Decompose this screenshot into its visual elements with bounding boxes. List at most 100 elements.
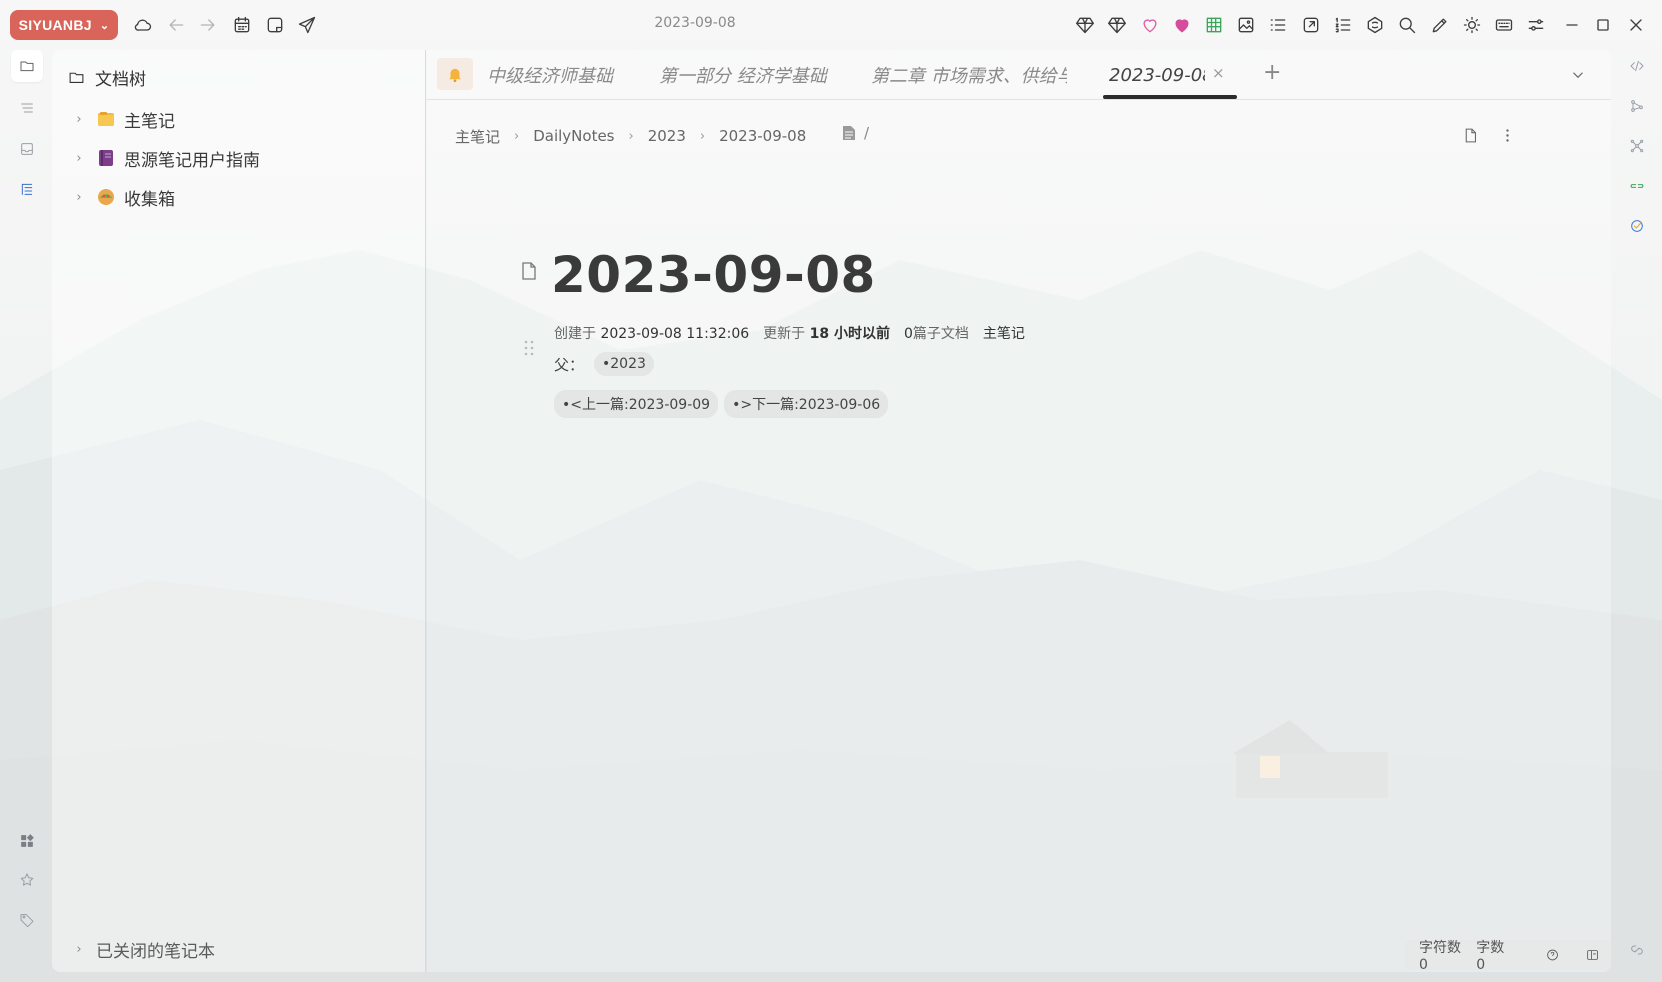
- help-icon[interactable]: [1546, 947, 1559, 963]
- closed-notebooks-toggle[interactable]: › 已关闭的笔记本: [70, 934, 215, 964]
- image-icon[interactable]: [1233, 12, 1259, 38]
- prev-doc-chip[interactable]: •<上一篇:2023-09-09: [554, 390, 719, 418]
- doc-info-icon[interactable]: [1459, 124, 1481, 146]
- drag-handle-icon[interactable]: [524, 340, 534, 360]
- settings-sliders-icon[interactable]: [1523, 12, 1549, 38]
- external-link-icon[interactable]: [1298, 12, 1324, 38]
- tab-label: 中级经济师基础: [487, 66, 613, 87]
- breadcrumb: 主笔记 › DailyNotes › 2023 › 2023-09-08: [455, 124, 806, 148]
- closed-notebooks-label: 已关闭的笔记本: [96, 941, 215, 962]
- grid-squares-icon: [21, 834, 34, 847]
- breadcrumb-item[interactable]: 2023: [648, 127, 686, 145]
- inbox-icon: [21, 143, 33, 155]
- left-dock: [0, 50, 52, 982]
- layout-panel-icon[interactable]: [1586, 947, 1599, 963]
- chevron-right-icon[interactable]: ›: [70, 151, 88, 166]
- subdoc-label: 篇子文档: [912, 326, 969, 342]
- list-icon[interactable]: [1265, 12, 1291, 38]
- breadcrumb-item[interactable]: 2023-09-08: [719, 127, 806, 145]
- ordered-list-icon[interactable]: [1330, 12, 1356, 38]
- chevron-right-icon: ›: [76, 941, 82, 957]
- pencil-icon[interactable]: [1427, 12, 1453, 38]
- sun-icon[interactable]: [1459, 12, 1485, 38]
- created-info: 创建于 2023-09-08 11:32:06: [554, 323, 749, 343]
- diamond-icon[interactable]: [1072, 12, 1098, 38]
- file-tree-panel: 文档树 › 主笔记 › 思源笔记用户指南 › 收集箱 › 已关闭的笔记本: [52, 50, 426, 972]
- tabs-dropdown-icon[interactable]: [1569, 66, 1587, 88]
- tab-current-doc[interactable]: 2023-09-08: [1109, 60, 1205, 90]
- global-graph-icon[interactable]: [1627, 136, 1647, 156]
- diamond-outline-icon[interactable]: [1104, 12, 1130, 38]
- file-tree-title: 文档树: [95, 69, 146, 90]
- notebook-label: 收集箱: [124, 189, 175, 210]
- file-tree-dock-button[interactable]: [11, 50, 43, 82]
- doc-icon: [843, 126, 855, 140]
- parent-link-chip[interactable]: •2023: [594, 352, 654, 376]
- file-tree-header: 文档树: [68, 64, 146, 90]
- breadcrumb-suffix: /: [864, 124, 870, 142]
- tab-bar: 中级经济师基础 第一部分 经济学基础 第二章 市场需求、供给与 2023-09-…: [427, 50, 1611, 100]
- bell-icon[interactable]: [437, 58, 473, 90]
- tree-outline-dock-button[interactable]: [11, 173, 43, 205]
- workspace-label: SIYUANBJ: [18, 17, 92, 33]
- title-bar: SIYUANBJ ⌄ 2023-09-08: [0, 0, 1662, 50]
- breadcrumb-item[interactable]: 主笔记: [455, 126, 500, 147]
- parent-row: 父： •2023: [554, 352, 654, 376]
- maximize-icon[interactable]: [1590, 12, 1616, 38]
- doc-meta: 创建于 2023-09-08 11:32:06 更新于 18 小时以前 0篇子文…: [554, 322, 1025, 344]
- code-icon[interactable]: [1627, 56, 1647, 76]
- workspace-button[interactable]: SIYUANBJ ⌄: [10, 10, 118, 40]
- bookmark-dock-button[interactable]: [11, 864, 43, 896]
- close-window-icon[interactable]: [1623, 12, 1649, 38]
- heart-filled-icon[interactable]: [1169, 12, 1195, 38]
- next-doc-chip[interactable]: •>下一篇:2023-09-06: [724, 390, 889, 418]
- folder-emoji-icon: [96, 109, 116, 129]
- notebook-item-user-guide[interactable]: › 思源笔记用户指南: [70, 143, 260, 173]
- active-tab-indicator: [1103, 95, 1237, 99]
- keyboard-icon[interactable]: [1491, 12, 1517, 38]
- close-tab-icon[interactable]: ×: [1212, 64, 1225, 82]
- doc-file-icon[interactable]: [521, 262, 537, 284]
- tab-label: 第二章 市场需求、供给与: [871, 66, 1067, 87]
- notebook-item-inbox[interactable]: › 收集箱: [70, 182, 175, 212]
- chevron-right-icon[interactable]: ›: [70, 112, 88, 127]
- minimize-icon[interactable]: [1559, 12, 1585, 38]
- link-icon[interactable]: [1627, 940, 1647, 960]
- new-doc-icon[interactable]: [262, 12, 288, 38]
- page-title[interactable]: 2023-09-08: [551, 246, 876, 304]
- heart-outline-icon[interactable]: [1137, 12, 1163, 38]
- chevron-right-icon[interactable]: ›: [70, 190, 88, 205]
- breadcrumb-doc-trail[interactable]: /: [842, 124, 869, 142]
- tab-economics-basics[interactable]: 中级经济师基础: [487, 60, 617, 90]
- more-options-icon[interactable]: [1496, 124, 1518, 146]
- status-bar: 字符数 0 字数 0: [1405, 940, 1611, 973]
- task-check-icon[interactable]: [1627, 216, 1647, 236]
- notebook-label: 主笔记: [124, 111, 175, 132]
- widgets-dock-button[interactable]: [11, 825, 43, 857]
- plugin-icon[interactable]: [1362, 12, 1388, 38]
- add-tab-icon[interactable]: +: [1263, 60, 1281, 85]
- grid-chart-icon[interactable]: [1201, 12, 1227, 38]
- folder-icon: [20, 61, 34, 72]
- chevron-right-icon: ›: [628, 128, 634, 144]
- forward-arrow-icon[interactable]: [195, 12, 221, 38]
- notebook-label: 思源笔记用户指南: [124, 150, 260, 171]
- tab-chapter-two[interactable]: 第二章 市场需求、供给与: [871, 60, 1067, 90]
- editor-panel: 中级经济师基础 第一部分 经济学基础 第二章 市场需求、供给与 2023-09-…: [427, 50, 1611, 973]
- back-arrow-icon[interactable]: [163, 12, 189, 38]
- inbox-dock-button[interactable]: [11, 133, 43, 165]
- breadcrumb-item[interactable]: DailyNotes: [533, 127, 614, 145]
- backlink-icon[interactable]: [1627, 176, 1647, 196]
- created-value: 2023-09-08 11:32:06: [600, 326, 750, 342]
- calendar-icon[interactable]: [229, 12, 255, 38]
- graph-icon[interactable]: [1627, 96, 1647, 116]
- notebook-item-main[interactable]: › 主笔记: [70, 104, 175, 134]
- char-count: 字符数 0: [1419, 940, 1461, 973]
- cloud-sync-icon[interactable]: [130, 12, 156, 38]
- send-icon[interactable]: [294, 12, 320, 38]
- search-icon[interactable]: [1394, 12, 1420, 38]
- outline-dock-button[interactable]: [11, 92, 43, 124]
- tags-dock-button[interactable]: [11, 904, 43, 936]
- star-icon: [20, 873, 34, 886]
- tab-part-one[interactable]: 第一部分 经济学基础: [659, 60, 829, 90]
